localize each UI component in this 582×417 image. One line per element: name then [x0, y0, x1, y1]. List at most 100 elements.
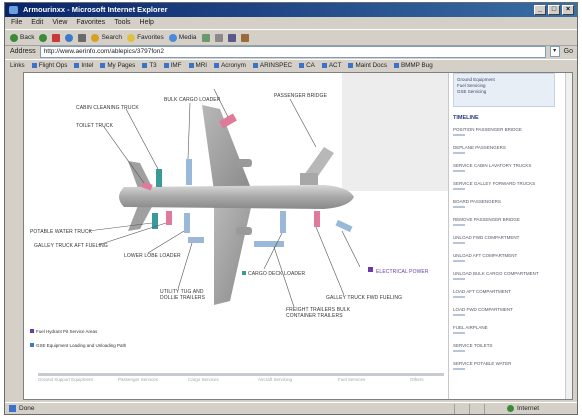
- galley-fwd-lower-vehicle: [314, 211, 320, 227]
- link-icon: [31, 63, 37, 68]
- link-icon: [393, 63, 399, 68]
- timeline-item[interactable]: Load Aft Compartment: [453, 289, 511, 298]
- menu-help[interactable]: Help: [140, 17, 154, 28]
- link-icon: [321, 63, 327, 68]
- timeline-item[interactable]: Position Passenger Bridge: [453, 127, 522, 136]
- timeline-track[interactable]: [38, 373, 444, 376]
- back-button[interactable]: Back: [10, 33, 34, 42]
- link-item[interactable]: MRI: [188, 62, 207, 69]
- timeline-item[interactable]: Service Galley Forward Trucks: [453, 181, 535, 190]
- engine-upper: [236, 159, 252, 167]
- standard-toolbar: Back Search Favorites Media: [5, 29, 577, 46]
- timeline-item[interactable]: Load Fwd Compartment: [453, 307, 513, 316]
- label-potable-water: Potable Water Truck: [30, 229, 92, 235]
- link-icon: [252, 63, 258, 68]
- mail-icon[interactable]: [214, 33, 223, 42]
- menu-view[interactable]: View: [52, 17, 67, 28]
- lower-lobe-vehicle: [184, 213, 190, 233]
- timeline-item[interactable]: Service Cabin Lavatory Trucks: [453, 163, 531, 172]
- ie-icon: [9, 6, 18, 14]
- link-item[interactable]: ARINSPEC: [252, 62, 292, 69]
- refresh-icon[interactable]: [65, 33, 74, 42]
- aircraft-diagram: [87, 88, 361, 308]
- bottom-label: Others: [410, 377, 424, 382]
- menu-favorites[interactable]: Favorites: [76, 17, 105, 28]
- go-button[interactable]: Go: [564, 48, 577, 55]
- teal-marker-icon: [242, 271, 246, 275]
- close-button[interactable]: ×: [562, 5, 574, 15]
- home-icon[interactable]: [78, 33, 87, 42]
- timeline-item[interactable]: Remove Passenger Bridge: [453, 217, 520, 226]
- link-item[interactable]: IMF: [163, 62, 182, 69]
- link-icon: [74, 63, 80, 68]
- minimize-button[interactable]: _: [534, 5, 546, 15]
- label-bulk-cargo: Bulk Cargo Loader: [164, 97, 221, 103]
- address-dropdown-icon[interactable]: ▾: [549, 46, 560, 57]
- label-freight-trailers: Freight Trailers Bulk Container Trailers: [286, 307, 351, 319]
- link-item[interactable]: BMMP Bug: [393, 62, 433, 69]
- legend-item: GSE Equipment Loading and Unloading Path: [30, 343, 126, 348]
- link-item[interactable]: My Pages: [100, 62, 135, 69]
- star-icon: [127, 33, 136, 42]
- maximize-button[interactable]: □: [548, 5, 560, 15]
- link-item[interactable]: Maint Docs: [348, 62, 387, 69]
- search-icon: [91, 33, 100, 42]
- blue-dot-icon: [30, 343, 34, 347]
- bottom-label: Cargo Services: [188, 377, 219, 382]
- link-icon: [100, 63, 106, 68]
- timeline-item[interactable]: Unload Bulk Cargo Compartment: [453, 271, 539, 280]
- timeline-item[interactable]: Board Passengers: [453, 199, 501, 208]
- link-item[interactable]: CA: [299, 62, 315, 69]
- menu-file[interactable]: File: [11, 17, 22, 28]
- label-electrical-power: Electrical Power: [376, 269, 429, 275]
- link-icon: [214, 63, 220, 68]
- timeline-heading: TIMELINE: [453, 115, 479, 121]
- window-controls: _ □ ×: [534, 5, 574, 15]
- stop-icon[interactable]: [52, 33, 61, 42]
- utility-tug-vehicle: [188, 237, 204, 243]
- link-item[interactable]: ACT: [321, 62, 341, 69]
- internet-zone-icon: [507, 405, 514, 412]
- address-input[interactable]: http://www.aerinfo.com/ablepics/3797fon2: [39, 45, 546, 58]
- bottom-label: Passenger Services: [118, 377, 159, 382]
- status-segment: [454, 404, 469, 414]
- back-arrow-icon: [10, 33, 18, 42]
- link-icon: [188, 63, 194, 68]
- menu-edit[interactable]: Edit: [31, 17, 43, 28]
- favorites-button[interactable]: Favorites: [127, 33, 164, 42]
- link-item[interactable]: Intel: [74, 62, 93, 69]
- freight-trailer-vehicle: [254, 241, 284, 247]
- edit-icon[interactable]: [240, 33, 249, 42]
- menu-tools[interactable]: Tools: [114, 17, 130, 28]
- title-bar: Armourinxx - Microsoft Internet Explorer…: [5, 3, 577, 17]
- label-cabin-cleaning: Cabin Cleaning Truck: [76, 105, 139, 111]
- timeline-item[interactable]: Deplane Passengers: [453, 145, 506, 154]
- cabin-cleaning-vehicle: [156, 169, 162, 187]
- timeline-item[interactable]: Fuel Airplane: [453, 325, 488, 334]
- media-button[interactable]: Media: [168, 33, 197, 42]
- browser-window: Armourinxx - Microsoft Internet Explorer…: [4, 2, 578, 415]
- window-title: Armourinxx - Microsoft Internet Explorer: [23, 5, 168, 14]
- forward-arrow-icon[interactable]: [39, 33, 48, 42]
- search-button[interactable]: Search: [91, 33, 122, 42]
- lower-wing: [214, 203, 252, 305]
- print-icon[interactable]: [227, 33, 236, 42]
- timeline-item[interactable]: Unload Aft Compartment: [453, 253, 517, 262]
- timeline-item[interactable]: Service Toilets: [453, 343, 493, 352]
- history-icon[interactable]: [201, 33, 210, 42]
- bottom-label: Ground Support Equipment: [38, 377, 93, 382]
- label-utility-tug: Utility Tug And Dollie Trailers: [160, 289, 206, 301]
- timeline-item[interactable]: Unload Fwd Compartment: [453, 235, 519, 244]
- status-text: Done: [19, 405, 35, 412]
- address-label: Address: [10, 48, 36, 55]
- panel-header-line: GSE Servicing: [457, 89, 487, 94]
- link-item[interactable]: T3: [142, 62, 157, 69]
- link-item[interactable]: Flight Ops: [31, 62, 67, 69]
- cargo-deck-loader-vehicle: [280, 211, 286, 233]
- timeline-item[interactable]: Service Potable Water: [453, 361, 511, 370]
- link-item[interactable]: Acronym: [214, 62, 246, 69]
- status-segment: [484, 404, 499, 414]
- legend-item: Fuel Hydrant Pit Service Areas: [30, 329, 97, 334]
- bottom-label: Aircraft Servicing: [258, 377, 293, 382]
- vertical-scrollbar[interactable]: [565, 73, 572, 399]
